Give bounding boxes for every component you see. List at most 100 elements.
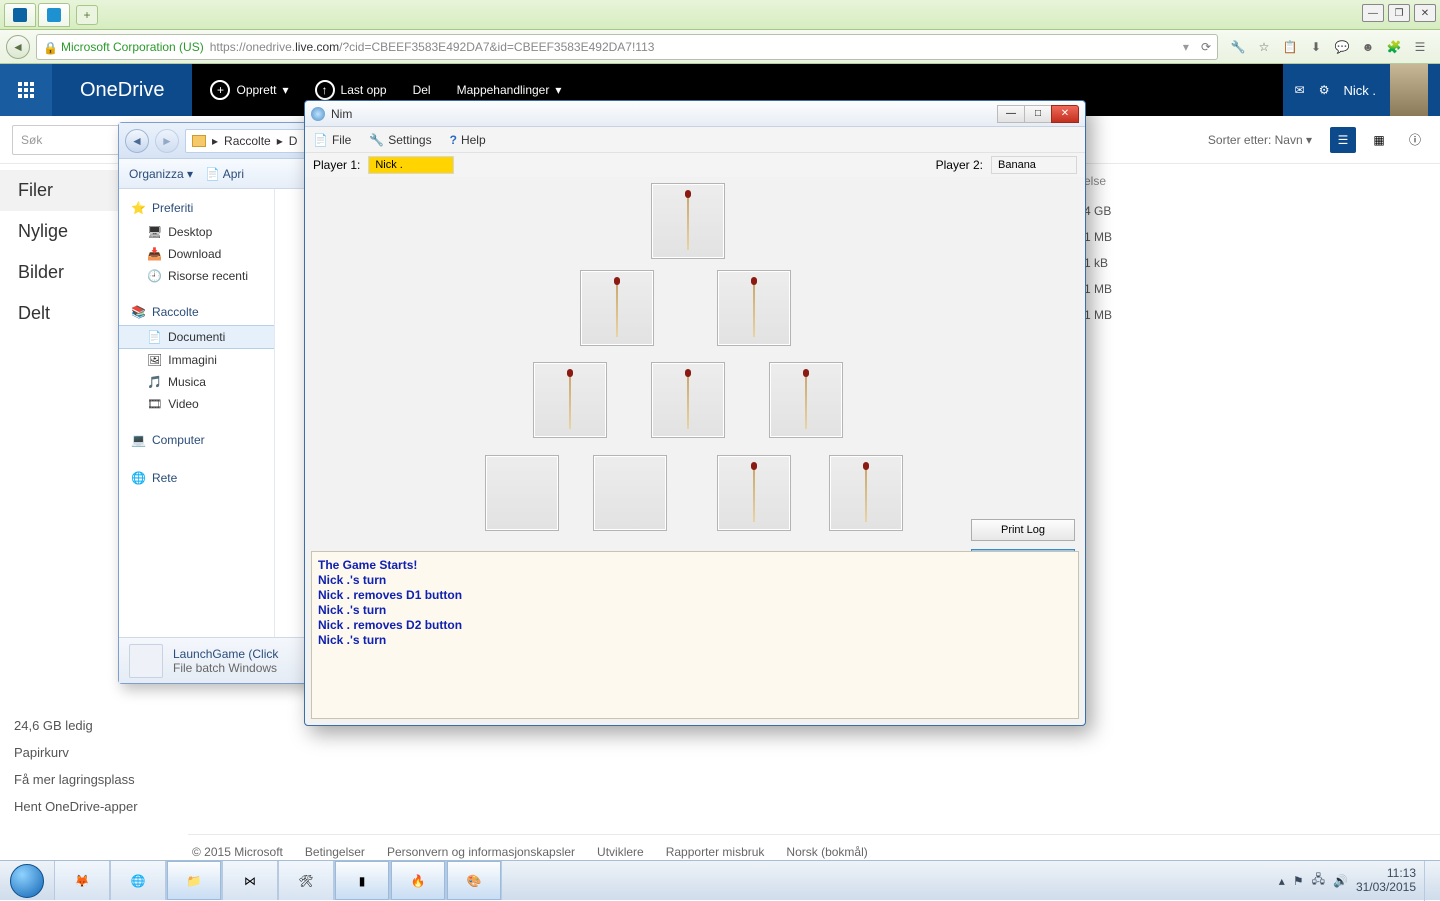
tray-chevron-icon[interactable]: ▴ xyxy=(1279,874,1285,888)
match-3-1 xyxy=(593,455,667,531)
tree-computer[interactable]: 💻 Computer xyxy=(119,427,274,453)
tree-libraries[interactable]: 📚 Raccolte xyxy=(119,299,274,325)
dropdown-icon[interactable]: ▾ xyxy=(1183,40,1189,54)
tree-documents[interactable]: 📄 Documenti xyxy=(119,325,274,349)
nim-close-button[interactable]: ✕ xyxy=(1051,105,1079,123)
nim-app-icon xyxy=(311,107,325,121)
get-storage-link[interactable]: Få mer lagringsplass xyxy=(14,766,138,793)
chat-icon[interactable]: 💬 xyxy=(1334,39,1350,55)
close-button[interactable]: ✕ xyxy=(1414,4,1436,22)
organize-menu[interactable]: Organizza ▾ xyxy=(129,167,193,181)
recycle-bin-link[interactable]: Papirkurv xyxy=(14,739,138,766)
explorer-tree: ⭐ Preferiti 🖥 Desktop 📥 Download 🕘 Risor… xyxy=(119,189,275,637)
tree-favorites[interactable]: ⭐ Preferiti xyxy=(119,195,274,221)
menu-file[interactable]: 📄 File xyxy=(313,133,351,147)
taskbar-browser2[interactable]: 🌐 xyxy=(110,861,166,900)
selected-file-type: File batch Windows xyxy=(173,661,278,675)
nim-title-text: Nim xyxy=(331,107,352,121)
bookmark-star-icon[interactable]: ☆ xyxy=(1256,39,1272,55)
taskbar-firefox[interactable]: 🦊 xyxy=(54,861,110,900)
browser-tab-outlook[interactable] xyxy=(4,3,36,27)
nim-board xyxy=(305,177,1085,545)
settings-gear-icon[interactable]: ⚙ xyxy=(1319,83,1330,97)
downloads-icon[interactable]: ⬇ xyxy=(1308,39,1324,55)
app-launcher[interactable] xyxy=(0,64,52,116)
face-icon[interactable]: ☻ xyxy=(1360,39,1376,55)
taskbar: 🦊 🌐 📁 ⋈ 🛠 ▮ 🔥 🎨 ▴ ⚑ 🖧 🔊 11:1331/03/2015 xyxy=(0,860,1440,900)
puzzle-icon[interactable]: 🧩 xyxy=(1386,39,1402,55)
tray-network-icon[interactable]: 🖧 xyxy=(1312,870,1325,891)
avatar[interactable] xyxy=(1390,64,1428,116)
match-0-0[interactable] xyxy=(651,183,725,259)
file-size-column: else 4 GB 1 MB 1 kB 1 MB 1 MB xyxy=(1084,164,1144,328)
match-2-0[interactable] xyxy=(533,362,607,438)
reload-icon[interactable]: ⟳ xyxy=(1201,40,1211,54)
tree-recent[interactable]: 🕘 Risorse recenti xyxy=(119,265,274,287)
explorer-forward-button[interactable]: ► xyxy=(155,129,179,153)
match-2-1[interactable] xyxy=(651,362,725,438)
nim-titlebar[interactable]: Nim ― □ ✕ xyxy=(305,101,1085,127)
get-apps-link[interactable]: Hent OneDrive-apper xyxy=(14,793,138,820)
clipboard-icon[interactable]: 📋 xyxy=(1282,39,1298,55)
nim-menu-bar: 📄 File 🔧 Settings ? Help xyxy=(305,127,1085,153)
tray-volume-icon[interactable]: 🔊 xyxy=(1333,874,1348,888)
nim-minimize-button[interactable]: ― xyxy=(997,105,1025,123)
minimize-button[interactable]: ― xyxy=(1362,4,1384,22)
system-clock[interactable]: 11:1331/03/2015 xyxy=(1356,867,1416,893)
taskbar-paint[interactable]: 🎨 xyxy=(446,861,502,900)
user-name[interactable]: Nick . xyxy=(1344,83,1377,98)
taskbar-devtool[interactable]: 🛠 xyxy=(278,861,334,900)
restore-button[interactable]: ❐ xyxy=(1388,4,1410,22)
player1-label: Player 1: xyxy=(313,158,360,172)
address-bar[interactable]: 🔒 Microsoft Corporation (US) https://one… xyxy=(36,34,1218,60)
tree-download[interactable]: 📥 Download xyxy=(119,243,274,265)
print-log-button[interactable]: Print Log xyxy=(971,519,1075,541)
nim-player-row: Player 1: Nick . Player 2: Banana xyxy=(305,153,1085,177)
create-button[interactable]: +Opprett▾ xyxy=(210,80,288,100)
tree-images[interactable]: 🖼 Immagini xyxy=(119,349,274,371)
view-info-button[interactable]: ⓘ xyxy=(1402,127,1428,153)
view-list-button[interactable]: ☰ xyxy=(1330,127,1356,153)
onedrive-brand: OneDrive xyxy=(52,79,192,102)
taskbar-visualstudio[interactable]: ⋈ xyxy=(222,861,278,900)
player1-name: Nick . xyxy=(368,156,454,174)
hamburger-icon[interactable]: ☰ xyxy=(1412,39,1428,55)
tree-video[interactable]: 🎞 Video xyxy=(119,393,274,415)
nim-log: The Game Starts!Nick .'s turnNick . remo… xyxy=(311,551,1079,719)
match-3-3[interactable] xyxy=(829,455,903,531)
open-button[interactable]: 📄 Apri xyxy=(205,167,244,181)
taskbar-cmd[interactable]: ▮ xyxy=(334,861,390,900)
tray-flag-icon[interactable]: ⚑ xyxy=(1293,874,1304,888)
upload-button[interactable]: ↑Last opp xyxy=(315,80,387,100)
browser-tab-onedrive[interactable] xyxy=(38,3,70,27)
new-tab-button[interactable]: + xyxy=(76,5,98,25)
nim-maximize-button[interactable]: □ xyxy=(1024,105,1052,123)
share-button[interactable]: Del xyxy=(413,83,431,97)
taskbar-explorer[interactable]: 📁 xyxy=(166,861,222,900)
match-2-2[interactable] xyxy=(769,362,843,438)
back-button[interactable]: ◄ xyxy=(6,35,30,59)
view-tiles-button[interactable]: ▦ xyxy=(1366,127,1392,153)
tree-network[interactable]: 🌐 Rete xyxy=(119,465,274,491)
match-3-2[interactable] xyxy=(717,455,791,531)
menu-help[interactable]: ? Help xyxy=(450,133,486,147)
onedrive-icon xyxy=(47,8,61,22)
browser-tool-icons: 🔧 ☆ 📋 ⬇ 💬 ☻ 🧩 ☰ xyxy=(1224,39,1434,55)
ev-cert-label: Microsoft Corporation (US) xyxy=(61,40,204,54)
messages-icon[interactable]: ✉ xyxy=(1295,83,1305,97)
match-1-0[interactable] xyxy=(580,270,654,346)
folder-actions-button[interactable]: Mappehandlinger▾ xyxy=(457,83,562,97)
sort-dropdown[interactable]: Sorter etter: Navn ▾ xyxy=(1208,133,1312,147)
explorer-back-button[interactable]: ◄ xyxy=(125,129,149,153)
tree-music[interactable]: 🎵 Musica xyxy=(119,371,274,393)
selected-file-name: LaunchGame (Click xyxy=(173,647,278,661)
storage-quota: 24,6 GB ledig xyxy=(14,712,138,739)
tree-desktop[interactable]: 🖥 Desktop xyxy=(119,221,274,243)
show-desktop-button[interactable] xyxy=(1424,861,1432,901)
wrench-icon[interactable]: 🔧 xyxy=(1230,39,1246,55)
nim-window: Nim ― □ ✕ 📄 File 🔧 Settings ? Help Playe… xyxy=(304,100,1086,726)
taskbar-nim[interactable]: 🔥 xyxy=(390,861,446,900)
menu-settings[interactable]: 🔧 Settings xyxy=(369,133,431,147)
start-button[interactable] xyxy=(0,861,54,900)
match-1-1[interactable] xyxy=(717,270,791,346)
